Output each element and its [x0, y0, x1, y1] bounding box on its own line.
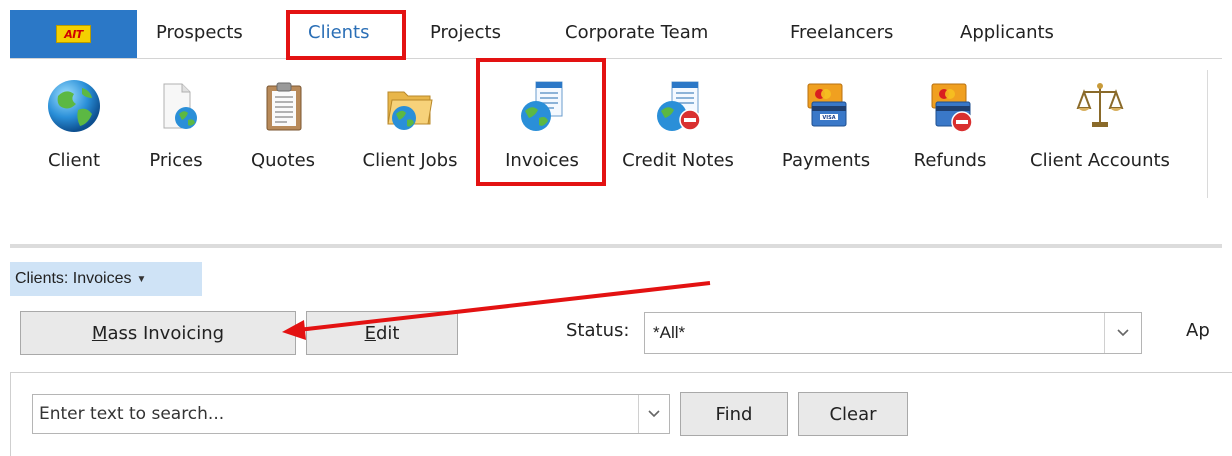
chevron-down-icon: [1117, 329, 1129, 337]
search-input[interactable]: Enter text to search...: [32, 394, 670, 434]
find-button[interactable]: Find: [680, 392, 788, 436]
search-dropdown-button[interactable]: [638, 395, 669, 433]
clear-button[interactable]: Clear: [798, 392, 908, 436]
status-select[interactable]: *All*: [644, 312, 1142, 354]
status-label: Status:: [566, 320, 630, 341]
cut-off-label: Ap: [1186, 320, 1210, 341]
find-label: Find: [715, 403, 753, 425]
status-value: *All*: [653, 323, 686, 342]
clear-label: Clear: [829, 403, 877, 425]
chevron-down-icon: [648, 410, 660, 418]
status-dropdown-button[interactable]: [1104, 313, 1141, 353]
search-placeholder: Enter text to search...: [39, 404, 225, 424]
